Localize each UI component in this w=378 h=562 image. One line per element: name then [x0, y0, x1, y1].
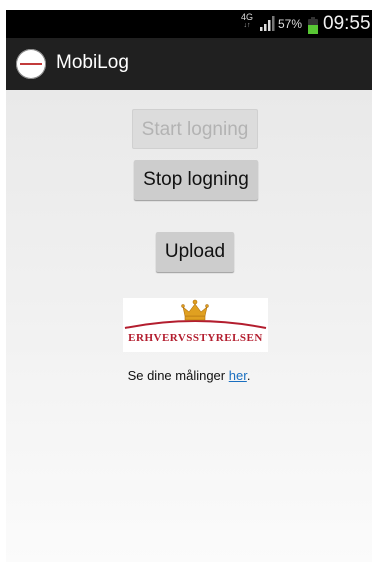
signal-icon: [260, 16, 275, 31]
network-type: 4G: [240, 12, 253, 22]
status-bar: 4G ↓↑ 57% 09:55: [6, 10, 372, 38]
battery-fill: [308, 25, 318, 34]
app-screen: 4G ↓↑ 57% 09:55 MobiLog Start logning St…: [6, 10, 372, 562]
clock: 09:55: [323, 13, 371, 34]
upload-button[interactable]: Upload: [156, 232, 234, 272]
stop-logging-button[interactable]: Stop logning: [134, 160, 258, 200]
battery-percent: 57%: [278, 17, 303, 31]
data-arrows-icon: ↓↑: [243, 22, 251, 29]
crown-icon: [124, 299, 267, 329]
mobilog-logo-icon[interactable]: [16, 49, 46, 79]
info-prefix: Se dine målinger: [127, 368, 229, 383]
start-logging-button[interactable]: Start logning: [132, 109, 258, 149]
action-bar: MobiLog: [6, 38, 372, 90]
network-indicator: 4G ↓↑: [238, 12, 256, 30]
agency-name: ERHVERVSSTYRELSEN: [128, 332, 263, 344]
measurements-link[interactable]: her: [229, 368, 247, 383]
info-suffix: .: [246, 368, 251, 383]
battery-icon: [308, 17, 318, 34]
erhvervsstyrelsen-logo: ERHVERVSSTYRELSEN: [123, 298, 268, 352]
info-text: Se dine målinger her.: [6, 368, 372, 383]
app-title: MobiLog: [56, 52, 129, 73]
